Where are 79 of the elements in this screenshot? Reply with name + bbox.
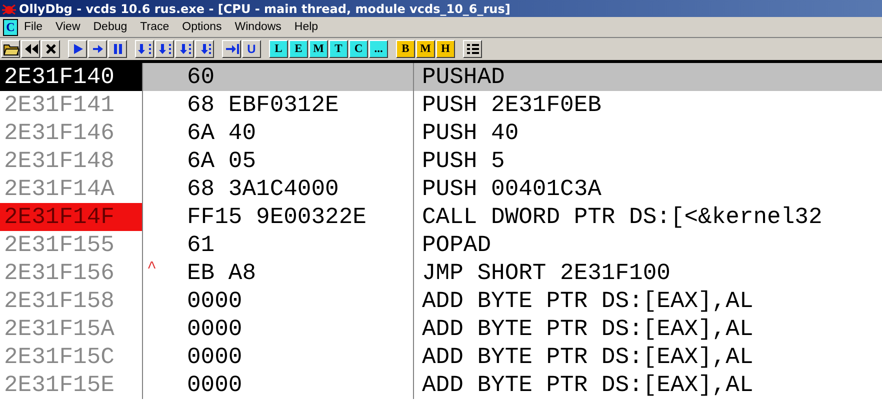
address-cell: 2E31F15A bbox=[4, 316, 114, 342]
disassembly-row[interactable]: 2E31F158 0000 ADD BYTE PTR DS:[EAX],AL bbox=[0, 287, 882, 315]
disassembly-cell: PUSH 2E31F0EB bbox=[422, 92, 602, 118]
address-cell: 2E31F155 bbox=[4, 232, 114, 258]
hex-dump-cell: 68 3A1C4000 bbox=[187, 176, 339, 202]
menu-item[interactable]: File bbox=[24, 21, 43, 33]
disassembly-cell: ADD BYTE PTR DS:[EAX],AL bbox=[422, 372, 754, 398]
address-cell: 2E31F15E bbox=[4, 372, 114, 398]
disassembly-row[interactable]: 2E31F15C 0000 ADD BYTE PTR DS:[EAX],AL bbox=[0, 343, 882, 371]
menu-item[interactable]: Help bbox=[294, 21, 318, 33]
disassembly-cell: PUSHAD bbox=[422, 64, 505, 90]
toolbar-button[interactable]: C bbox=[349, 40, 368, 58]
toolbar-button[interactable]: B bbox=[396, 40, 415, 58]
menu-item[interactable]: Debug bbox=[93, 21, 128, 33]
menu-item[interactable]: Trace bbox=[140, 21, 170, 33]
address-cell: 2E31F148 bbox=[4, 148, 114, 174]
menu-item[interactable]: Options bbox=[182, 21, 222, 33]
hex-dump-cell: 0000 bbox=[187, 288, 242, 314]
toolbar-button[interactable]: H bbox=[436, 40, 455, 58]
hex-dump-cell: EB A8 bbox=[187, 260, 256, 286]
disassembly-row[interactable]: 2E31F155 61 POPAD bbox=[0, 231, 882, 259]
address-cell: 2E31F140 bbox=[4, 64, 114, 90]
step-into-icon[interactable] bbox=[135, 40, 154, 58]
address-cell: 2E31F14A bbox=[4, 176, 114, 202]
play-icon[interactable] bbox=[68, 40, 87, 58]
disassembly-row[interactable]: 2E31F140 60 PUSHAD bbox=[0, 63, 882, 91]
child-window-icon[interactable]: C bbox=[3, 18, 18, 36]
hex-dump-cell: 60 bbox=[187, 64, 215, 90]
disassembly-row[interactable]: 2E31F148 6A 05 PUSH 5 bbox=[0, 147, 882, 175]
rewind-icon[interactable] bbox=[21, 40, 40, 58]
hex-dump-cell: 61 bbox=[187, 232, 215, 258]
disassembly-row[interactable]: 2E31F141 68 EBF0312E PUSH 2E31F0EB bbox=[0, 91, 882, 119]
disassembly-cell: POPAD bbox=[422, 232, 492, 258]
pause-icon[interactable] bbox=[108, 40, 127, 58]
address-cell: 2E31F158 bbox=[4, 288, 114, 314]
toolbar-button[interactable]: T bbox=[329, 40, 348, 58]
disassembly-row[interactable]: 2E31F15A 0000 ADD BYTE PTR DS:[EAX],AL bbox=[0, 315, 882, 343]
close-icon[interactable] bbox=[41, 40, 60, 58]
disassembly-cell: CALL DWORD PTR DS:[<&kernel32 bbox=[422, 204, 822, 230]
address-cell: 2E31F141 bbox=[4, 92, 114, 118]
disassembly-row[interactable]: 2E31F156 ^ EB A8 JMP SHORT 2E31F100 bbox=[0, 259, 882, 287]
toolbar-button[interactable]: E bbox=[289, 40, 308, 58]
step-into-icon[interactable] bbox=[195, 40, 214, 58]
jump-mark: ^ bbox=[147, 259, 157, 277]
list-icon[interactable] bbox=[463, 40, 482, 58]
open-folder-icon[interactable] bbox=[1, 40, 20, 58]
address-cell: 2E31F146 bbox=[4, 120, 114, 146]
disassembly-cell: ADD BYTE PTR DS:[EAX],AL bbox=[422, 288, 754, 314]
disassembly-cell: PUSH 5 bbox=[422, 148, 505, 174]
hex-dump-cell: 0000 bbox=[187, 316, 242, 342]
address-cell: 2E31F14F bbox=[4, 204, 114, 230]
menu-item[interactable]: Windows bbox=[234, 21, 282, 33]
disassembly-cell: ADD BYTE PTR DS:[EAX],AL bbox=[422, 316, 754, 342]
hex-dump-cell: 0000 bbox=[187, 344, 242, 370]
step-into-icon[interactable] bbox=[175, 40, 194, 58]
window-title: OllyDbg - vcds 10.6 rus.exe - [CPU - main thread, module vcds_10_6_rus] bbox=[19, 2, 510, 16]
menu-item[interactable]: View bbox=[56, 21, 80, 33]
toolbar-button[interactable]: L bbox=[269, 40, 288, 58]
toolbar-button[interactable]: U bbox=[242, 40, 261, 58]
disassembly-row[interactable]: 2E31F14F FF15 9E00322E CALL DWORD PTR DS:[<&kernel32 bbox=[0, 203, 882, 231]
disassembly-row[interactable]: 2E31F15E 0000 ADD BYTE PTR DS:[EAX],AL bbox=[0, 371, 882, 399]
toolbar-button[interactable]: ... bbox=[369, 40, 388, 58]
address-cell: 2E31F15C bbox=[4, 344, 114, 370]
step-into-icon[interactable] bbox=[155, 40, 174, 58]
disassembly-row[interactable]: 2E31F146 6A 40 PUSH 40 bbox=[0, 119, 882, 147]
disassembly-cell: PUSH 00401C3A bbox=[422, 176, 602, 202]
hex-dump-cell: FF15 9E00322E bbox=[187, 204, 366, 230]
disassembly-row[interactable]: 2E31F14A 68 3A1C4000 PUSH 00401C3A bbox=[0, 175, 882, 203]
hex-dump-cell: 6A 05 bbox=[187, 148, 256, 174]
hex-dump-cell: 0000 bbox=[187, 372, 242, 398]
address-cell: 2E31F156 bbox=[4, 260, 114, 286]
disassembly-cell: PUSH 40 bbox=[422, 120, 519, 146]
toolbar-button[interactable]: M bbox=[309, 40, 328, 58]
toolbar-button[interactable]: M bbox=[416, 40, 435, 58]
bug-icon bbox=[2, 2, 16, 16]
hex-dump-cell: 6A 40 bbox=[187, 120, 256, 146]
disassembly-cell: JMP SHORT 2E31F100 bbox=[422, 260, 670, 286]
disassembly-cell: ADD BYTE PTR DS:[EAX],AL bbox=[422, 344, 754, 370]
hex-dump-cell: 68 EBF0312E bbox=[187, 92, 339, 118]
